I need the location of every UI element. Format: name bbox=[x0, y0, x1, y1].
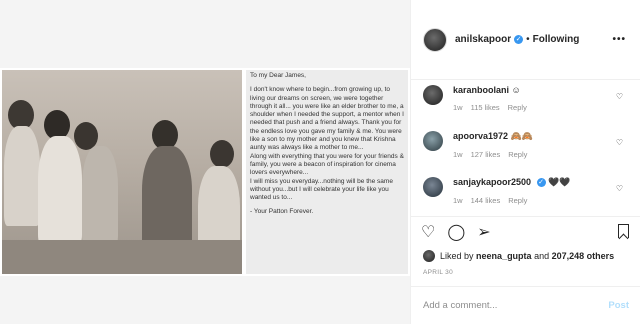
verified-icon: ✓ bbox=[514, 35, 524, 44]
letter-greeting: To my Dear James, bbox=[250, 72, 306, 79]
heart-icon[interactable]: ♡ bbox=[616, 138, 623, 147]
more-icon[interactable]: ••• bbox=[612, 34, 626, 45]
letter-signoff: - Your Patton Forever. bbox=[250, 208, 314, 216]
comment-icon[interactable]: ◯ bbox=[447, 222, 465, 242]
avatar[interactable] bbox=[423, 131, 443, 151]
list-item: karanboolani ☺ 1w 115 likes Reply ♡ bbox=[423, 80, 629, 126]
header-username[interactable]: anilskapoor bbox=[455, 34, 511, 45]
heart-icon[interactable]: ♡ bbox=[616, 92, 623, 101]
reply-button[interactable]: Reply bbox=[508, 103, 527, 112]
comment-username[interactable]: sanjaykapoor2500 bbox=[453, 177, 531, 187]
add-comment-bar: Add a comment... Post bbox=[411, 286, 640, 324]
comment-input[interactable]: Add a comment... bbox=[423, 300, 497, 311]
post-dialog: To my Dear James, I don't know where to … bbox=[0, 0, 640, 324]
post-actions: ♡ ◯ ➢ Liked by neena_gupta and 207,248 o… bbox=[411, 216, 640, 324]
comment-text: 🙈🙈 bbox=[510, 131, 533, 141]
likes-count[interactable]: 207,248 others bbox=[552, 251, 615, 261]
avatar[interactable] bbox=[423, 85, 443, 105]
avatar[interactable] bbox=[423, 250, 435, 262]
likes-prefix: Liked by bbox=[440, 251, 474, 261]
comment-text: 🖤🖤 bbox=[548, 177, 571, 187]
comment-age[interactable]: 1w bbox=[453, 103, 463, 112]
bookmark-icon[interactable] bbox=[618, 224, 629, 238]
comment-username[interactable]: apoorva1972 bbox=[453, 131, 508, 141]
liked-by-user[interactable]: neena_gupta bbox=[476, 251, 532, 261]
comment-username[interactable]: karanboolani bbox=[453, 85, 509, 95]
separator-dot: • bbox=[526, 34, 530, 45]
reply-button[interactable]: Reply bbox=[508, 150, 527, 159]
avatar[interactable] bbox=[423, 177, 443, 197]
vintage-photo bbox=[2, 70, 242, 274]
letter-text: To my Dear James, I don't know where to … bbox=[246, 70, 408, 274]
share-icon[interactable]: ➢ bbox=[477, 222, 490, 242]
action-icons: ♡ ◯ ➢ bbox=[411, 217, 640, 247]
comment-likes[interactable]: 144 likes bbox=[471, 196, 501, 205]
following-button[interactable]: Following bbox=[533, 34, 580, 45]
post-button[interactable]: Post bbox=[608, 300, 629, 311]
comment-age[interactable]: 1w bbox=[453, 150, 463, 159]
likes-middle: and bbox=[534, 251, 550, 261]
collage-image: To my Dear James, I don't know where to … bbox=[0, 68, 410, 276]
post-sidebar: anilskapoor ✓ • Following ••• karanboola… bbox=[410, 0, 640, 324]
comment-likes[interactable]: 115 likes bbox=[471, 103, 500, 112]
likes-summary: Liked by neena_gupta and 207,248 others bbox=[411, 247, 640, 265]
avatar[interactable] bbox=[423, 27, 447, 52]
comment-text: ☺ bbox=[511, 85, 521, 95]
verified-icon: ✓ bbox=[536, 178, 546, 188]
heart-icon[interactable]: ♡ bbox=[616, 184, 623, 193]
comment-likes[interactable]: 127 likes bbox=[471, 150, 501, 159]
reply-button[interactable]: Reply bbox=[508, 196, 527, 205]
list-item: sanjaykapoor2500 ✓ 🖤🖤 1w 144 likes Reply ♡ bbox=[423, 172, 629, 216]
comments-list[interactable]: karanboolani ☺ 1w 115 likes Reply ♡ apoorv… bbox=[411, 80, 640, 216]
post-media: To my Dear James, I don't know where to … bbox=[0, 0, 410, 324]
list-item: apoorva1972 🙈🙈 1w 127 likes Reply ♡ bbox=[423, 126, 629, 172]
like-heart-icon[interactable]: ♡ bbox=[421, 222, 435, 242]
letter-body: I don't know where to begin...from growi… bbox=[250, 86, 404, 202]
comment-age[interactable]: 1w bbox=[453, 196, 463, 205]
post-header: anilskapoor ✓ • Following ••• bbox=[411, 0, 640, 80]
post-date[interactable]: APRIL 30 bbox=[411, 265, 640, 285]
